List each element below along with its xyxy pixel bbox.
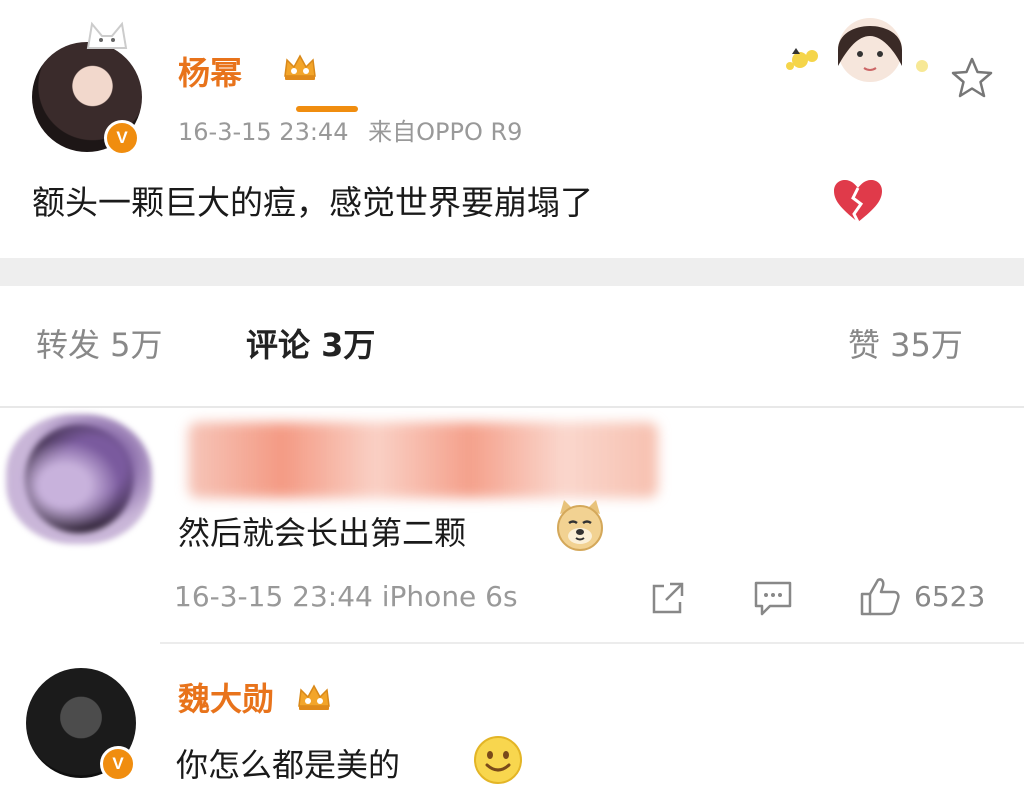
section-divider	[0, 258, 1024, 286]
verified-badge-icon: V	[100, 746, 136, 782]
post-timestamp: 16-3-15 23:44	[178, 118, 349, 146]
favorite-star-icon[interactable]	[950, 56, 994, 100]
tab-comments[interactable]: 评论 3万	[246, 320, 375, 366]
thumbs-up-icon[interactable]	[858, 574, 902, 618]
tab-likes[interactable]: 赞 35万	[848, 320, 963, 366]
interaction-tabs: 转发 5万 评论 3万 赞 35万	[0, 286, 1024, 406]
post-meta: 16-3-15 23:44 来自OPPO R9	[178, 112, 522, 147]
comment-meta: 16-3-15 23:44 iPhone 6s	[174, 580, 518, 613]
verified-badge-icon: V	[104, 120, 140, 156]
comment-divider	[160, 642, 1024, 644]
post-content: 额头一颗巨大的痘，感觉世界要崩塌了	[32, 183, 593, 222]
vip-crown-icon	[284, 54, 316, 80]
weibo-post: V 杨幂 16-3-15 23:44 来自OPPO R9 额头一颗巨大的痘，感觉…	[0, 0, 1024, 258]
tab-repost[interactable]: 转发 5万	[36, 320, 163, 366]
active-tab-indicator	[296, 106, 358, 112]
post-author-name[interactable]: 杨幂	[178, 48, 242, 94]
smile-icon	[474, 736, 522, 784]
commenter-avatar[interactable]	[6, 414, 152, 544]
vip-crown-icon	[298, 684, 330, 710]
share-icon[interactable]	[648, 578, 688, 618]
comment-text: 你怎么都是美的	[176, 746, 401, 784]
commenter-name-redacted[interactable]	[188, 422, 658, 498]
commenter-name[interactable]: 魏大勋	[178, 674, 274, 720]
tabs-divider	[0, 406, 1024, 408]
avatar-cat-decoration-icon	[86, 21, 128, 49]
broken-heart-icon	[834, 180, 882, 223]
card-decoration-icon	[786, 18, 928, 82]
post-source[interactable]: 来自OPPO R9	[368, 118, 522, 146]
comment-text: 然后就会长出第二颗	[178, 514, 467, 552]
comment-like-count: 6523	[914, 580, 986, 613]
reply-comment-icon[interactable]	[752, 578, 794, 618]
doge-icon	[557, 500, 603, 551]
